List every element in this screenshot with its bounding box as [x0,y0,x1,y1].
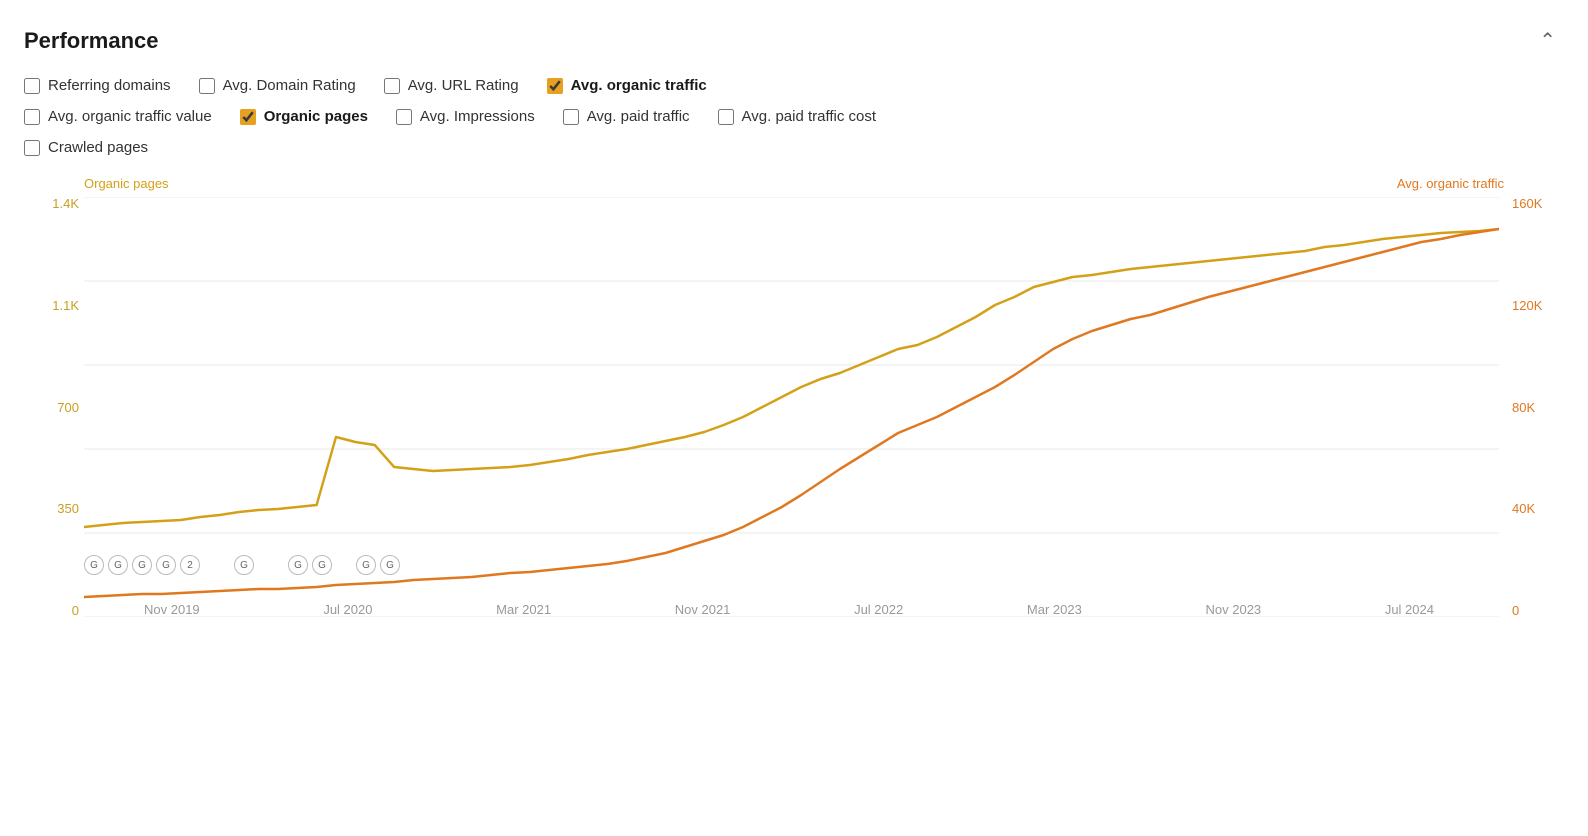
y-tick-right-2: 120K [1504,299,1564,312]
chart-svg [84,197,1499,617]
x-tick-8: Jul 2024 [1385,602,1434,617]
x-tick-4: Nov 2021 [675,602,731,617]
x-axis: Nov 2019 Jul 2020 Mar 2021 Nov 2021 Jul … [144,602,1434,617]
y-tick-right-1: 160K [1504,197,1564,210]
y-tick-left-4: 350 [24,502,79,515]
checkbox-row-1: Referring domains Avg. Domain Rating Avg… [24,77,1564,94]
y-tick-left-5: 0 [24,604,79,617]
avg-traffic-line [84,229,1499,597]
checkbox-avg-paid-traffic-cost[interactable]: Avg. paid traffic cost [718,108,877,125]
badge-g4: G [156,555,176,575]
badge-g2: G [108,555,128,575]
chart-wrapper: 1.4K 1.1K 700 350 0 160K 120K 80K 40K 0 [24,197,1564,657]
badge-g9: G [380,555,400,575]
panel-header: Performance ⌃ [24,24,1564,57]
y-tick-right-4: 40K [1504,502,1564,515]
left-axis-label: Organic pages [84,176,169,191]
filter-checkboxes: Referring domains Avg. Domain Rating Avg… [24,77,1564,156]
checkbox-avg-paid-traffic[interactable]: Avg. paid traffic [563,108,690,125]
x-tick-1: Nov 2019 [144,602,200,617]
checkbox-organic-pages[interactable]: Organic pages [240,108,368,125]
badge-2-1: 2 [180,555,200,575]
y-axis-right: 160K 120K 80K 40K 0 [1504,197,1564,657]
axis-labels-top: Organic pages Avg. organic traffic [24,176,1564,191]
performance-panel: Performance ⌃ Referring domains Avg. Dom… [0,0,1588,716]
y-tick-left-1: 1.4K [24,197,79,210]
badge-g8: G [356,555,376,575]
checkbox-avg-organic-traffic[interactable]: Avg. organic traffic [547,77,707,94]
checkbox-row-3: Crawled pages [24,139,1564,156]
right-axis-label: Avg. organic traffic [1397,176,1504,191]
checkbox-row-2: Avg. organic traffic value Organic pages… [24,108,1564,125]
checkbox-avg-url-rating[interactable]: Avg. URL Rating [384,77,519,94]
y-axis-left: 1.4K 1.1K 700 350 0 [24,197,79,657]
panel-title: Performance [24,28,159,54]
collapse-button[interactable]: ⌃ [1531,24,1564,57]
badge-g7: G [312,555,332,575]
x-tick-7: Nov 2023 [1206,602,1262,617]
y-tick-left-2: 1.1K [24,299,79,312]
checkbox-avg-domain-rating[interactable]: Avg. Domain Rating [199,77,356,94]
badge-g3: G [132,555,152,575]
checkbox-avg-organic-traffic-value[interactable]: Avg. organic traffic value [24,108,212,125]
y-tick-left-3: 700 [24,401,79,414]
checkbox-crawled-pages[interactable]: Crawled pages [24,139,148,156]
organic-pages-line [84,229,1499,527]
x-tick-3: Mar 2021 [496,602,551,617]
y-tick-right-5: 0 [1504,604,1564,617]
chart-inner: Nov 2019 Jul 2020 Mar 2021 Nov 2021 Jul … [84,197,1499,617]
annotation-badges-row: G G G G 2 G G G G G [84,555,1499,575]
badge-g1: G [84,555,104,575]
chart-area: Organic pages Avg. organic traffic 1.4K … [24,176,1564,696]
x-tick-5: Jul 2022 [854,602,903,617]
badge-g6: G [288,555,308,575]
badge-g5: G [234,555,254,575]
y-tick-right-3: 80K [1504,401,1564,414]
checkbox-avg-impressions[interactable]: Avg. Impressions [396,108,535,125]
checkbox-referring-domains[interactable]: Referring domains [24,77,171,94]
x-tick-6: Mar 2023 [1027,602,1082,617]
x-tick-2: Jul 2020 [323,602,372,617]
